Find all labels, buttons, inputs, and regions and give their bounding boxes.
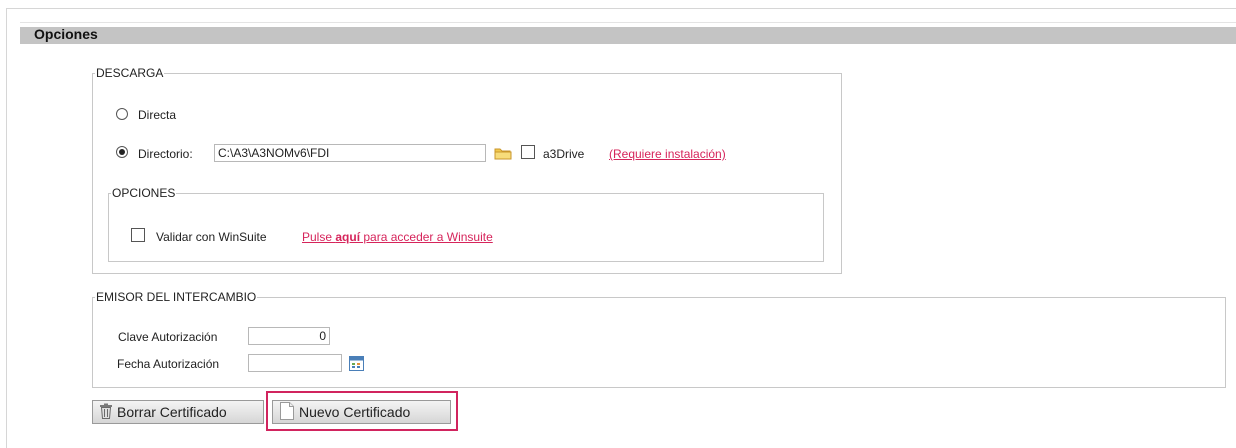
winsuite-link-bold: aquí	[335, 230, 361, 244]
opciones-legend: OPCIONES	[112, 186, 176, 200]
winsuite-link-suffix: para acceder a Winsuite	[360, 230, 493, 244]
a3drive-label: a3Drive	[543, 147, 585, 161]
calendar-icon[interactable]	[349, 356, 364, 371]
clave-autorizacion-label: Clave Autorización	[118, 330, 218, 344]
section-header: Opciones	[20, 22, 1236, 44]
validar-winsuite-label: Validar con WinSuite	[156, 230, 267, 244]
winsuite-link-prefix: Pulse	[302, 230, 336, 244]
borrar-certificado-label: Borrar Certificado	[117, 404, 227, 420]
nuevo-certificado-highlight	[266, 391, 458, 431]
folder-icon[interactable]	[494, 146, 512, 160]
fecha-autorizacion-input[interactable]	[248, 354, 342, 372]
descarga-legend: DESCARGA	[96, 66, 164, 80]
a3drive-checkbox[interactable]	[521, 145, 535, 159]
requiere-instalacion-link[interactable]: (Requiere instalación)	[609, 147, 726, 161]
section-header-bar	[20, 27, 1236, 44]
winsuite-link[interactable]: Pulse aquí para acceder a Winsuite	[302, 230, 493, 244]
trash-icon	[99, 403, 113, 422]
page-title: Opciones	[34, 26, 98, 42]
opciones-fieldset: OPCIONES	[108, 186, 824, 262]
borrar-certificado-button[interactable]: Borrar Certificado	[92, 400, 264, 424]
validar-winsuite-checkbox[interactable]	[131, 228, 145, 242]
radio-directa-label: Directa	[138, 108, 177, 122]
fecha-autorizacion-label: Fecha Autorización	[117, 357, 220, 371]
directorio-input[interactable]	[214, 144, 486, 162]
emisor-legend: EMISOR DEL INTERCAMBIO	[96, 290, 257, 304]
clave-autorizacion-input[interactable]	[248, 327, 330, 345]
radio-directa[interactable]	[116, 108, 128, 120]
radio-directorio-label: Directorio:	[138, 147, 193, 161]
radio-directorio[interactable]	[116, 146, 128, 158]
